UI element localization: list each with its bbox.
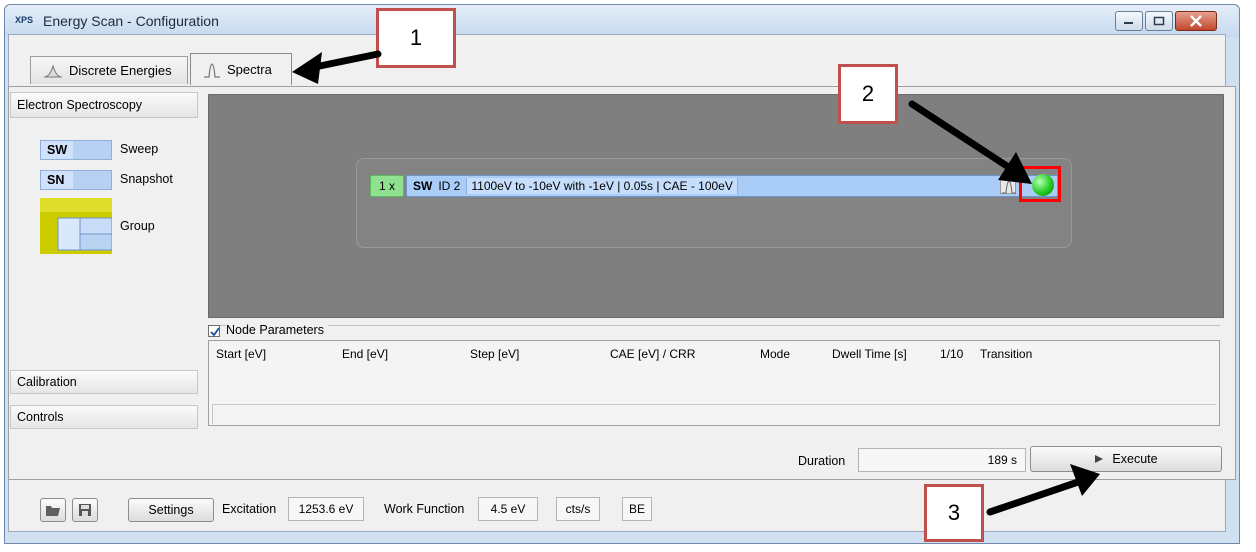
arrow-3-shaft	[986, 476, 1088, 516]
arrow-2-shaft	[908, 100, 1020, 176]
arrow-2-head-icon	[998, 152, 1032, 184]
arrow-1-head-icon	[292, 52, 322, 84]
annotation-arrows	[292, 50, 1100, 516]
